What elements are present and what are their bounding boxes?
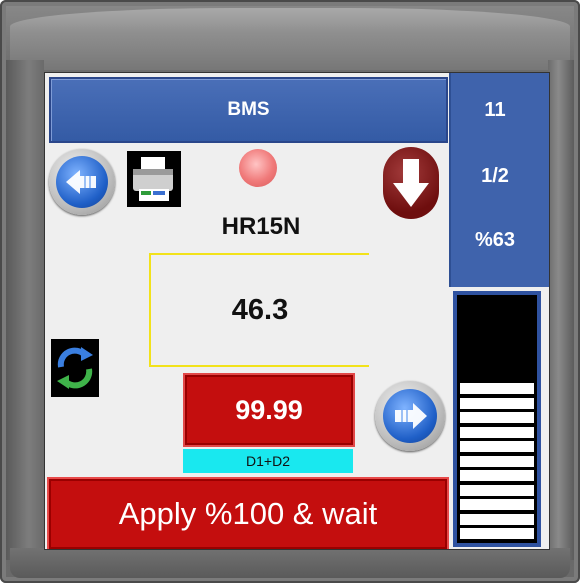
- bargraph-segment: [460, 441, 534, 452]
- bargraph-segment: [460, 513, 534, 525]
- bargraph-segment: [460, 528, 534, 539]
- refresh-icon: [57, 347, 93, 389]
- bargraph-track: [457, 295, 537, 543]
- bargraph-segment: [460, 470, 534, 481]
- side-value-3: %63: [474, 229, 516, 251]
- side-value-2: 1/2: [481, 165, 509, 187]
- hmi-screen: BMS 11 1/2 %63 HR15N 46.3 99.99 D1+D2 Ap…: [44, 72, 550, 550]
- setpoint-value: 99.99: [235, 394, 303, 425]
- bargraph-segment: [460, 412, 534, 423]
- bargraph-segment: [460, 455, 534, 467]
- apply-button-label: Apply %100 & wait: [118, 496, 378, 531]
- readout-box: 46.3: [149, 253, 369, 367]
- setpoint-label: D1+D2: [183, 449, 353, 473]
- readout-value: 46.3: [231, 293, 289, 326]
- setpoint-value-field[interactable]: 99.99: [183, 373, 355, 447]
- prev-page-button[interactable]: [49, 149, 115, 215]
- refresh-button[interactable]: [51, 339, 99, 397]
- down-button[interactable]: [383, 147, 439, 219]
- bezel-left: [6, 60, 44, 560]
- next-page-button[interactable]: [375, 381, 445, 451]
- bargraph-segment: [460, 499, 534, 510]
- side-panel: 11 1/2 %63: [449, 73, 549, 287]
- bargraph-segment: [460, 383, 534, 394]
- bezel-right: [548, 60, 574, 560]
- bargraph-segment: [460, 397, 534, 409]
- device-name: HR15N: [221, 213, 301, 240]
- bargraph-segment: [460, 484, 534, 496]
- apply-button[interactable]: Apply %100 & wait: [47, 477, 449, 549]
- arrow-down-icon: [393, 159, 429, 207]
- bezel-bottom: [10, 548, 570, 578]
- bargraph-segment: [460, 426, 534, 438]
- status-led-icon: [239, 149, 277, 187]
- page-title: BMS: [227, 99, 270, 120]
- arrow-right-icon: [383, 389, 437, 443]
- side-value-1: 11: [484, 99, 506, 121]
- arrow-left-icon: [56, 156, 108, 208]
- printer-icon[interactable]: [127, 151, 181, 207]
- bezel-top: [10, 8, 570, 70]
- level-bargraph: [453, 291, 541, 547]
- title-bar: BMS: [49, 77, 448, 143]
